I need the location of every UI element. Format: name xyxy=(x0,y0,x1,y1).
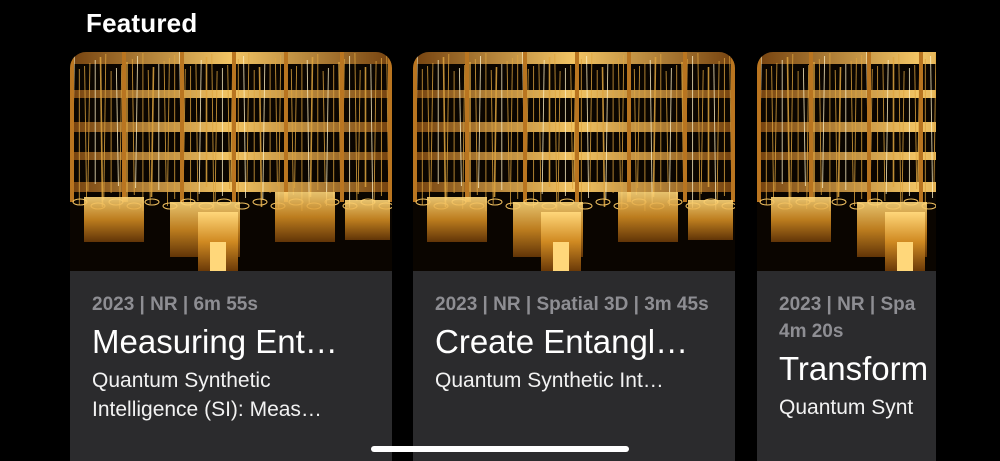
featured-carousel[interactable]: 2023 | NR | 6m 55s Measuring Ent… Quantu… xyxy=(0,52,936,461)
featured-screen: Featured 2023 | NR | 6m 55s Measuring En… xyxy=(0,0,1000,461)
card-thumbnail-image xyxy=(70,52,392,271)
card-thumbnail-image xyxy=(413,52,735,271)
card-title: Create Entangl… xyxy=(435,323,689,360)
card-thumbnail-image xyxy=(757,52,936,271)
card-meta: 2023 | NR | Spatial 3D | 3m 45s xyxy=(435,294,709,315)
card-subtitle: Quantum Synt xyxy=(779,396,914,419)
card-info: 2023 | NR | 6m 55s Measuring Ent… Quantu… xyxy=(70,271,392,461)
home-indicator[interactable] xyxy=(371,446,629,452)
featured-card[interactable]: 2023 | NR | 6m 55s Measuring Ent… Quantu… xyxy=(70,52,392,461)
card-info: 2023 | NR | Spa 4m 20s Transform Quantum… xyxy=(757,271,936,461)
card-subtitle: Quantum Synthetic Int… xyxy=(435,369,664,392)
card-info: 2023 | NR | Spatial 3D | 3m 45s Create E… xyxy=(413,271,735,461)
card-meta: 2023 | NR | 6m 55s xyxy=(92,294,258,315)
card-subtitle: Quantum Synthetic Intelligence (SI): Mea… xyxy=(92,369,322,421)
featured-card[interactable]: 2023 | NR | Spa 4m 20s Transform Quantum… xyxy=(757,52,936,461)
featured-card[interactable]: 2023 | NR | Spatial 3D | 3m 45s Create E… xyxy=(413,52,735,461)
card-meta: 2023 | NR | Spa 4m 20s xyxy=(779,294,916,342)
section-title: Featured xyxy=(86,8,198,38)
card-title: Measuring Ent… xyxy=(92,323,338,360)
card-title: Transform xyxy=(779,350,929,387)
